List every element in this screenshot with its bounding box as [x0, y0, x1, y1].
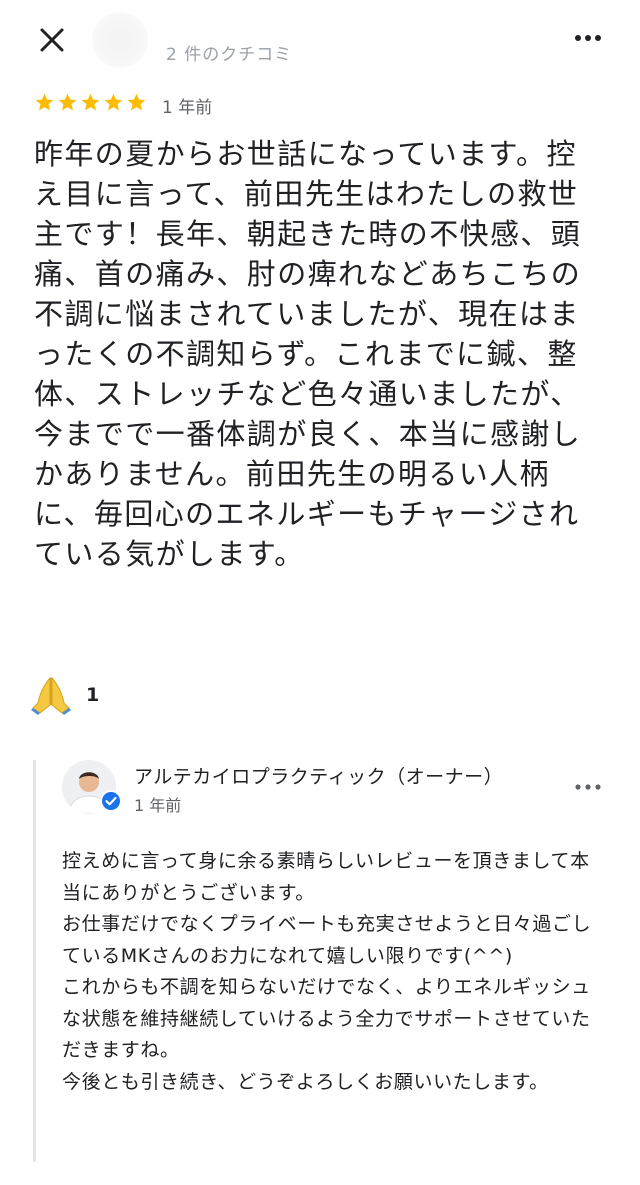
owner-response-text: 控えめに言って身に余る素晴らしいレビューを頂きまして本当にありがとうございます。…	[62, 850, 592, 1093]
owner-more-options-button[interactable]	[570, 774, 606, 800]
review-text: 昨年の夏からお世話になっています。控え目に言って、前田先生はわたしの救世主です！…	[34, 137, 582, 571]
more-horiz-icon	[575, 784, 601, 790]
reaction-count: 1	[86, 684, 100, 706]
reviewer-avatar[interactable]	[92, 12, 148, 68]
verified-owner-badge	[100, 790, 122, 812]
more-horiz-icon	[575, 35, 601, 41]
reviewer-review-count: 2 件のクチコミ	[166, 45, 293, 65]
star-icon	[104, 93, 123, 111]
star-icon	[127, 93, 146, 111]
verified-check-icon	[100, 790, 122, 812]
folded-hands-icon	[31, 676, 71, 715]
reaction-button[interactable]: 1	[30, 675, 99, 715]
owner-response-divider	[33, 760, 36, 1162]
owner-response-age: 1 年前	[134, 796, 182, 815]
owner-name: アルテカイロプラクティック（オーナー）	[134, 766, 504, 788]
star-icon	[81, 93, 100, 111]
review-age: 1 年前	[162, 98, 213, 118]
star-rating	[34, 92, 147, 116]
close-button[interactable]	[34, 22, 70, 58]
star-icon	[35, 93, 54, 111]
star-icon	[58, 93, 77, 111]
close-icon	[40, 28, 64, 52]
more-options-button[interactable]	[570, 22, 606, 54]
